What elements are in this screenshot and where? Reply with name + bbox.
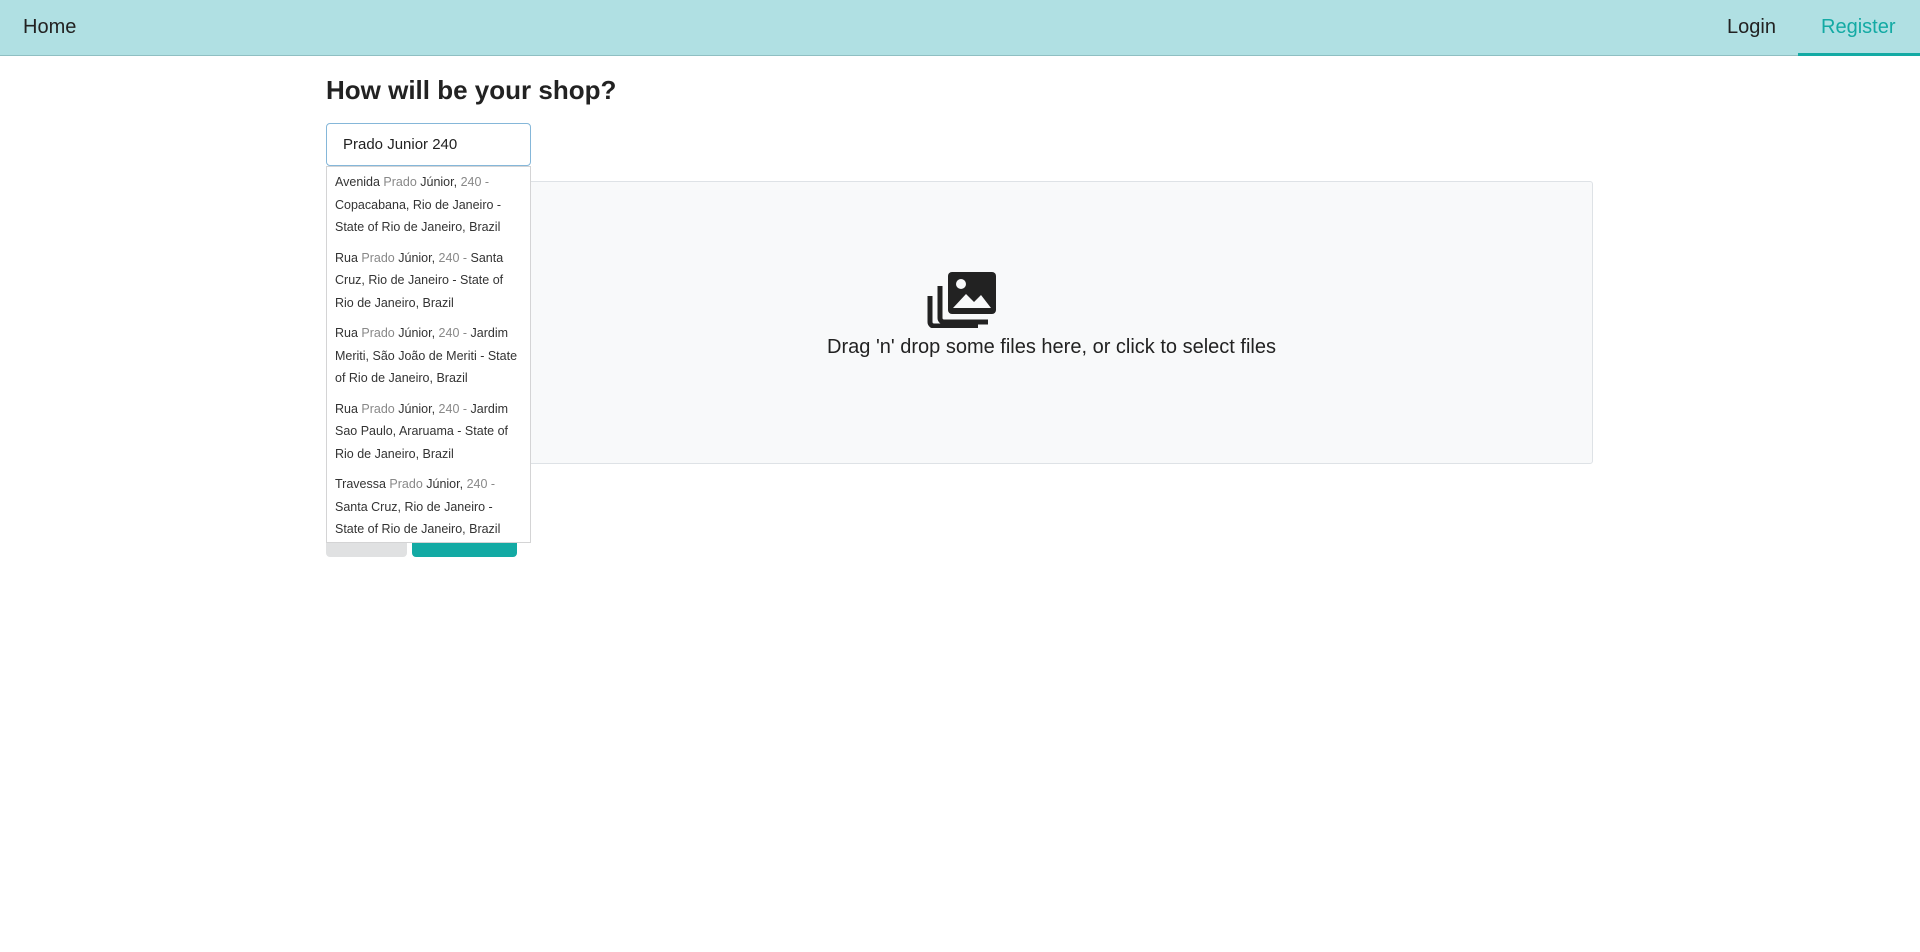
address-suggestions-dropdown: Avenida Prado Júnior, 240 - Copacabana, … xyxy=(326,166,531,543)
suggestion-street: Júnior, xyxy=(394,250,436,265)
suggestion-match: Prado xyxy=(361,401,395,416)
suggestion-number: 240 - xyxy=(435,401,468,416)
suggestion-street-type: Rua xyxy=(335,401,362,416)
file-dropzone[interactable]: Drag 'n' drop some files here, or click … xyxy=(510,181,1593,464)
page-title: How will be your shop? xyxy=(326,75,617,105)
dropzone-instructions: Drag 'n' drop some files here, or click … xyxy=(827,336,1276,358)
suggestion-number: 240 - xyxy=(435,250,468,265)
suggestion-street: Júnior, xyxy=(422,477,464,492)
suggestion-street-type: Rua xyxy=(335,326,362,341)
suggestion-match: Prado xyxy=(361,250,395,265)
suggestion-match: Prado xyxy=(361,326,395,341)
nav-register-label: Register xyxy=(1821,16,1896,38)
top-navbar: Home Login Register xyxy=(0,0,1920,56)
suggestion-item[interactable]: Travessa Prado Júnior, 240 - Santa Cruz,… xyxy=(327,469,530,542)
suggestion-locality: Copacabana, Rio de Janeiro - State of Ri… xyxy=(335,197,502,235)
suggestion-item[interactable]: Rua Prado Júnior, 240 - Jardim Meriti, S… xyxy=(327,318,530,394)
suggestion-match: Prado xyxy=(389,477,423,492)
suggestion-item[interactable]: Rua Prado Júnior, 240 - Jardim Sao Paulo… xyxy=(327,394,530,470)
suggestion-number: 240 - xyxy=(457,175,490,189)
suggestion-street-type: Avenida xyxy=(335,175,384,189)
suggestion-item[interactable]: Rua Prado Júnior, 240 - Santa Cruz, Rio … xyxy=(327,243,530,319)
suggestion-number: 240 - xyxy=(435,326,468,341)
suggestion-locality: Santa Cruz, Rio de Janeiro - State of Ri… xyxy=(335,499,501,537)
suggestion-street-type: Travessa xyxy=(335,477,390,492)
suggestion-street-type: Rua xyxy=(335,250,362,265)
suggestion-street: Júnior, xyxy=(394,326,436,341)
images-icon xyxy=(927,272,996,328)
suggestion-street: Júnior, xyxy=(416,175,458,189)
nav-home-link[interactable]: Home xyxy=(23,16,76,39)
suggestion-street: Júnior, xyxy=(394,401,436,416)
suggestion-match: Prado xyxy=(383,175,417,189)
suggestion-number: 240 - xyxy=(463,477,496,492)
nav-register-link[interactable]: Register xyxy=(1798,0,1920,56)
suggestion-item[interactable]: Avenida Prado Júnior, 240 - Copacabana, … xyxy=(327,167,530,243)
address-search-input[interactable] xyxy=(326,123,531,166)
nav-login-link[interactable]: Login xyxy=(1727,16,1776,39)
